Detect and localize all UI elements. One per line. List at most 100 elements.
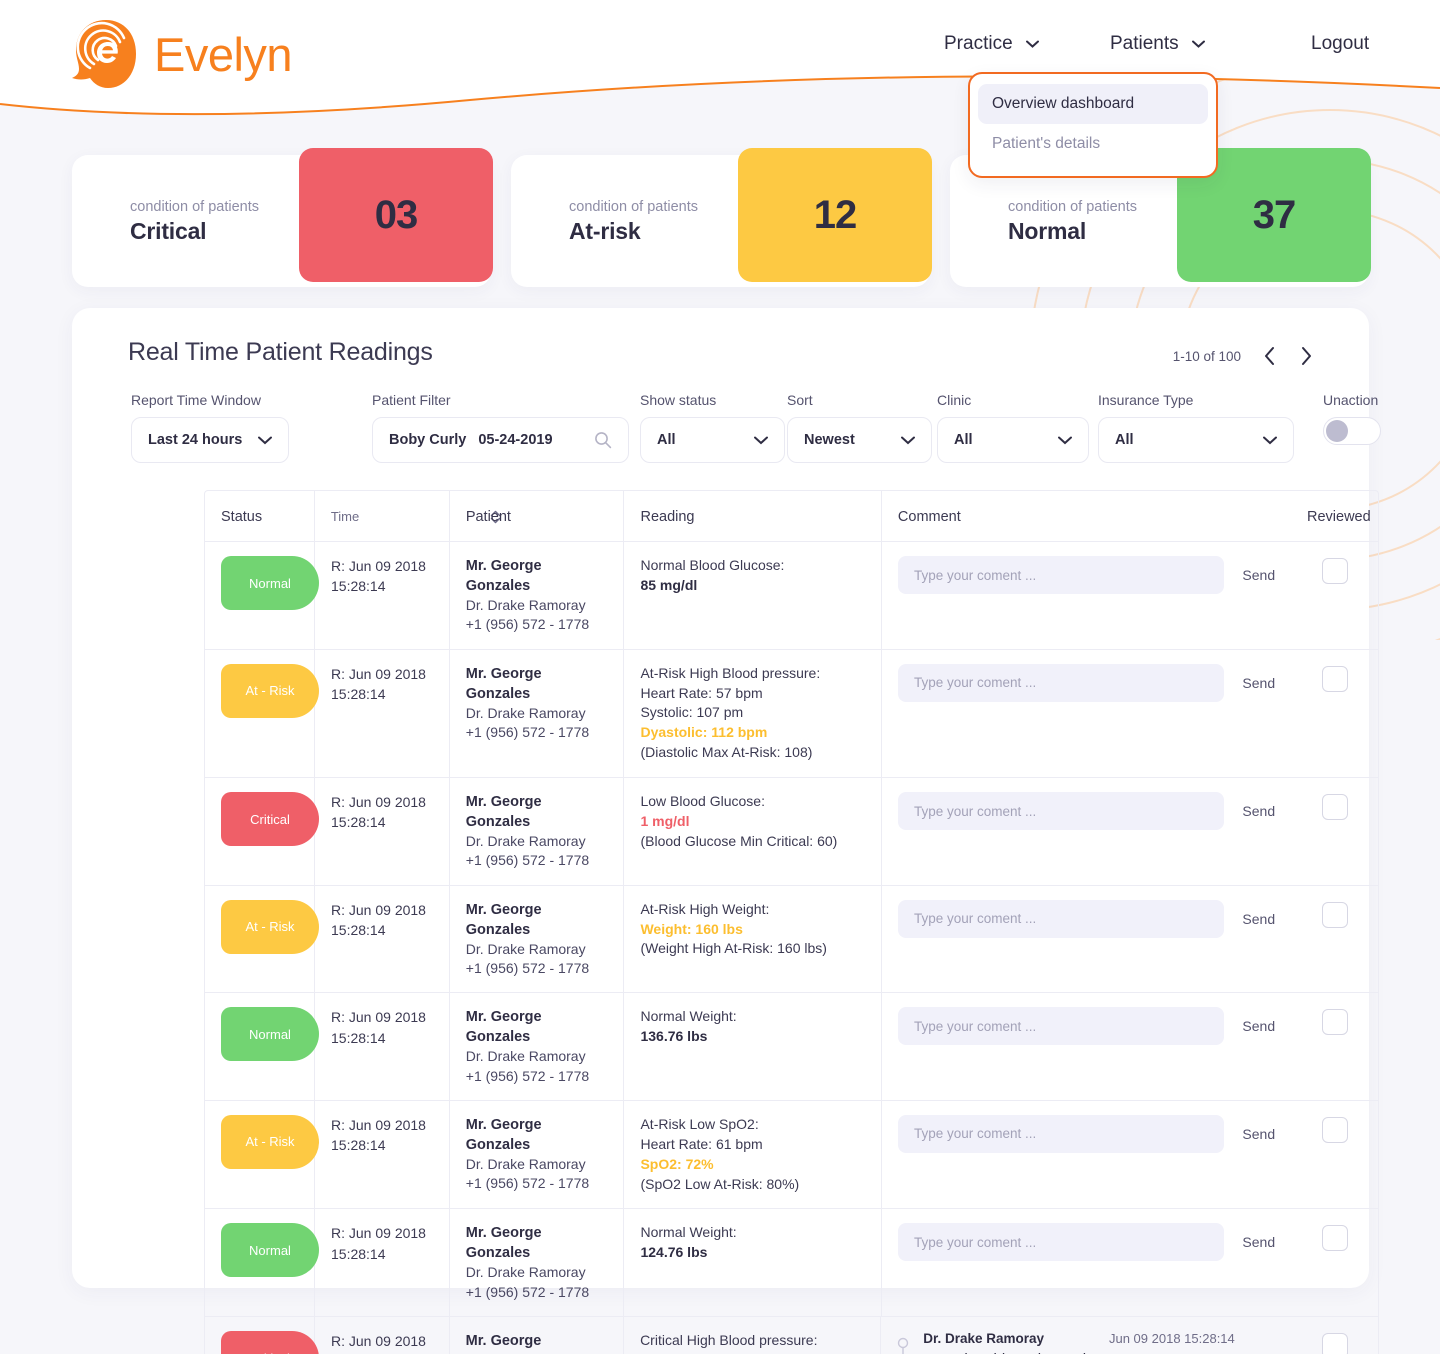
reading-cell: At-Risk High Weight: Weight: 160 lbs (Weig… <box>624 885 882 993</box>
send-button[interactable]: Send <box>1242 675 1275 691</box>
column-header-time[interactable]: Time <box>315 491 501 541</box>
stat-card-atrisk-count: 12 <box>813 192 857 237</box>
reviewed-checkbox[interactable] <box>1321 665 1348 692</box>
time-window-select[interactable]: Last 24 hours <box>131 417 289 463</box>
menu-item-patients-details[interactable]: Patient's details <box>978 124 1208 164</box>
reading-cell: Normal Blood Glucose: 85 mg/dl <box>624 542 882 649</box>
reviewed-checkbox[interactable] <box>1321 1225 1348 1252</box>
patient-cell: Mr. George Gonzales Dr. Drake Ramoray +1… <box>450 1317 625 1354</box>
reading-line: Normal Weight: <box>640 1224 737 1241</box>
reading-line: At-Risk High Blood pressure: <box>640 664 821 681</box>
time-cell: R: Jun 09 2018 15:28:14 <box>315 1209 450 1316</box>
show-status-select[interactable]: All <box>640 417 785 463</box>
stat-card-critical-title: Critical <box>130 218 207 244</box>
filter-insurance-label: Insurance Type <box>1098 392 1194 408</box>
chevron-left-icon[interactable] <box>1263 346 1277 366</box>
patient-doctor: Dr. Drake Ramoray <box>465 597 586 613</box>
send-button[interactable]: Send <box>1242 911 1275 927</box>
stat-card-atrisk[interactable]: condition of patients At-risk 12 <box>511 148 932 287</box>
stat-card-normal-subtitle: condition of patients <box>1008 199 1137 215</box>
patient-phone: +1 (956) 572 - 1778 <box>465 852 590 869</box>
chevron-down-icon <box>1191 40 1205 48</box>
stat-card-atrisk-title: At-risk <box>569 218 641 244</box>
nav-patients[interactable]: Patients <box>1110 33 1205 55</box>
comment-input[interactable] <box>897 663 1225 702</box>
reviewed-checkbox[interactable] <box>1321 1333 1348 1354</box>
send-button[interactable]: Send <box>1242 1126 1275 1142</box>
column-header-time-label: Time <box>330 509 360 524</box>
time-date: R: Jun 09 2018 <box>331 1116 426 1133</box>
reading-line: (Blood Glucose Min Critical: 60) <box>640 832 838 849</box>
chevron-right-icon[interactable] <box>1299 346 1313 366</box>
time-cell: R: Jun 09 2018 15:28:14 <box>315 778 450 885</box>
comment-cell: Send <box>897 1007 1275 1046</box>
show-status-value: All <box>657 432 676 448</box>
column-header-reviewed: Reviewed <box>1307 509 1371 525</box>
time-clock: 15:28:14 <box>331 1137 386 1154</box>
comment-input[interactable] <box>897 1114 1225 1153</box>
send-button[interactable]: Send <box>1242 803 1275 819</box>
reading-line: 124.76 lbs <box>640 1244 708 1261</box>
reading-line: Dyastolic: 112 bpm <box>640 724 768 741</box>
filter-show-status-label: Show status <box>640 392 717 408</box>
nav-practice-label: Practice <box>944 33 1013 54</box>
reading-cell: Critical High Blood pressure:Heart Rate:… <box>624 1317 882 1354</box>
time-window-value: Last 24 hours <box>148 432 243 448</box>
reviewed-checkbox[interactable] <box>1321 1116 1348 1143</box>
patient-phone: +1 (956) 572 - 1778 <box>465 1283 590 1300</box>
comment-column-cell: Send <box>882 542 1291 649</box>
app-header: Evelyn Practice Patients Logout <box>0 0 1440 118</box>
unaction-toggle[interactable] <box>1323 417 1381 445</box>
patient-search-input[interactable]: Boby Curly 05-24-2019 <box>372 417 629 463</box>
reviewed-checkbox[interactable] <box>1321 794 1348 820</box>
send-button[interactable]: Send <box>1242 1234 1275 1250</box>
patient-phone: +1 (956) 572 - 1778 <box>465 959 590 976</box>
patient-cell: Mr. George Gonzales Dr. Drake Ramoray +1… <box>450 885 625 993</box>
reviewed-checkbox[interactable] <box>1321 1009 1348 1036</box>
insurance-select[interactable]: All <box>1098 417 1294 463</box>
sort-select[interactable]: Newest <box>787 417 932 463</box>
status-badge: Normal <box>221 1223 319 1278</box>
reviewed-checkbox[interactable] <box>1321 558 1348 584</box>
comment-input[interactable] <box>897 792 1225 830</box>
menu-item-overview-dashboard[interactable]: Overview dashboard <box>978 84 1208 124</box>
time-clock: 15:28:14 <box>331 685 386 702</box>
comment-input[interactable] <box>897 899 1225 938</box>
send-button[interactable]: Send <box>1242 567 1275 583</box>
patient-name: Mr. George Gonzales <box>465 794 542 830</box>
send-button[interactable]: Send <box>1242 1018 1275 1034</box>
reading-cell: Normal Weight: 124.76 lbs <box>624 1209 882 1316</box>
clinic-select[interactable]: All <box>937 417 1089 463</box>
comment-thread: Dr. Drake Ramoray Jun 09 2018 15:28:14 T… <box>897 1331 1275 1354</box>
nav-logout[interactable]: Logout <box>1311 33 1369 55</box>
patient-cell: Mr. George Gonzales Dr. Drake Ramoray +1… <box>450 1209 625 1316</box>
table-row: Normal R: Jun 09 2018 15:28:14 Mr. Georg… <box>205 1209 1378 1317</box>
search-icon[interactable] <box>594 431 612 449</box>
reading-line: SpO2: 72% <box>640 1155 714 1172</box>
time-cell: R: Jun 09 2018 15:28:14 <box>315 993 450 1100</box>
comment-input[interactable] <box>897 1223 1225 1262</box>
table-row: Critical R: Jun 09 2018 15:28:14 Mr. Geo… <box>205 778 1378 886</box>
reviewed-cell <box>1291 650 1378 777</box>
patient-cell: Mr. George Gonzales Dr. Drake Ramoray +1… <box>450 542 625 649</box>
comment-input[interactable] <box>897 1007 1225 1046</box>
reviewed-checkbox[interactable] <box>1321 901 1348 928</box>
time-date: R: Jun 09 2018 <box>331 665 426 682</box>
status-cell: At - Risk <box>205 649 319 777</box>
patient-name: Mr. George Gonzales <box>465 558 542 594</box>
stat-card-critical-subtitle: condition of patients <box>130 199 259 215</box>
reading-line: 85 mg/dl <box>640 576 698 593</box>
stat-card-atrisk-text: condition of patients At-risk <box>569 199 698 245</box>
comment-cell: Send <box>897 1114 1275 1153</box>
status-cell: Normal <box>205 1209 319 1316</box>
time-cell: R: Jun 09 2018 15:28:14 <box>315 1100 450 1209</box>
column-header-status: Status <box>205 491 315 541</box>
patient-phone: +1 (956) 572 - 1778 <box>465 723 590 740</box>
comment-column-cell: Send <box>882 886 1291 993</box>
stat-card-critical[interactable]: condition of patients Critical 03 <box>72 148 493 287</box>
comment-input[interactable] <box>897 556 1225 594</box>
status-badge: At - Risk <box>221 1114 319 1169</box>
clinic-value: All <box>954 432 973 448</box>
nav-practice[interactable]: Practice <box>944 33 1039 55</box>
reading-line: Critical High Blood pressure: <box>640 1332 818 1348</box>
